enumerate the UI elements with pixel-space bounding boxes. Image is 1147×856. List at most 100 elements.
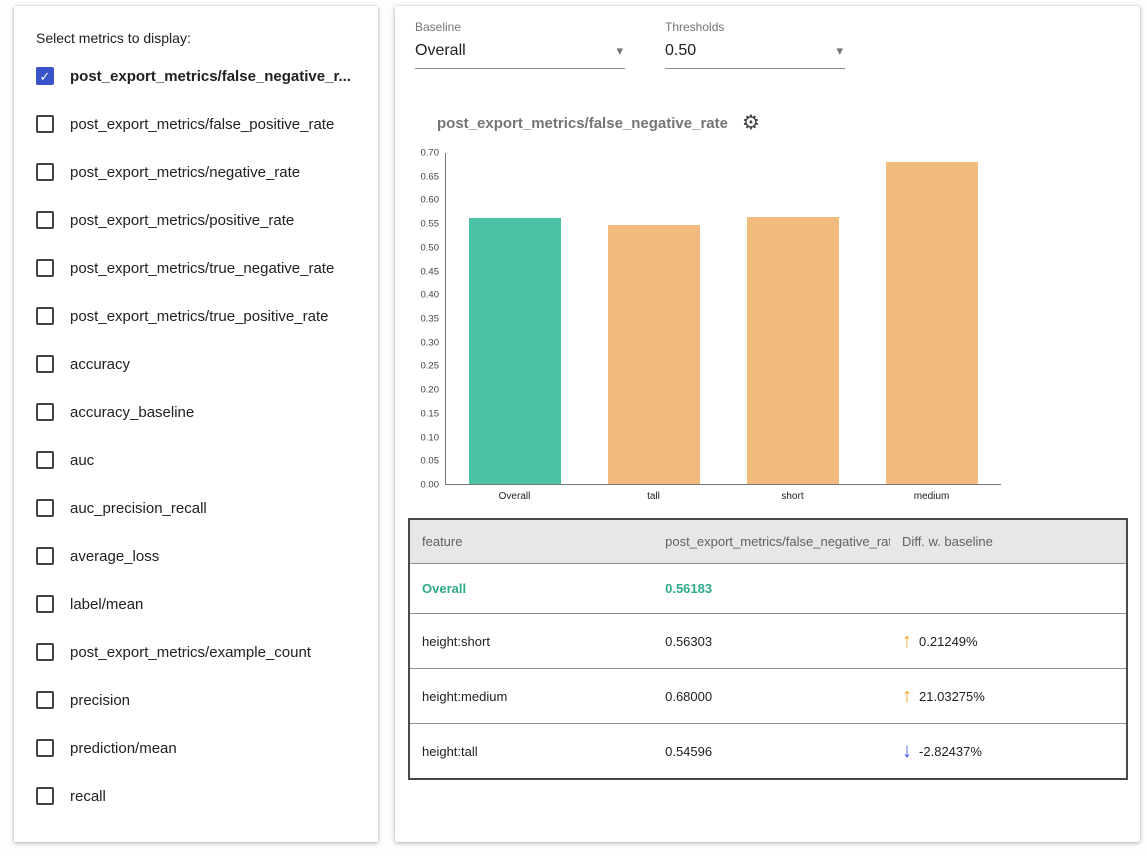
cell-value: 0.54596: [653, 724, 890, 780]
bar-slot: [585, 153, 724, 484]
metric-item-label-mean[interactable]: label/mean: [32, 580, 360, 628]
plot-wrap: Overalltallshortmedium: [445, 153, 1001, 502]
y-tick-label: 0.50: [421, 242, 440, 253]
checkbox-unchecked[interactable]: [36, 355, 54, 373]
thresholds-value: 0.50: [665, 42, 696, 60]
x-tick-label: Overall: [445, 491, 584, 502]
th-feature: feature: [409, 519, 653, 564]
checkbox-unchecked[interactable]: [36, 307, 54, 325]
metric-item-post-export-metrics-positive-rate[interactable]: post_export_metrics/positive_rate: [32, 196, 360, 244]
table-header-row: feature post_export_metrics/false_negati…: [409, 519, 1127, 564]
metric-item-prediction-mean[interactable]: prediction/mean: [32, 724, 360, 772]
metric-label: recall: [70, 788, 106, 805]
metric-label: prediction/mean: [70, 740, 177, 757]
table-row-height-tall[interactable]: height:tall0.54596↓-2.82437%: [409, 724, 1127, 780]
bar-short[interactable]: [747, 217, 839, 484]
chevron-down-icon[interactable]: ▾: [836, 43, 843, 59]
checkbox-unchecked[interactable]: [36, 211, 54, 229]
metric-label: auc: [70, 452, 94, 469]
y-tick-label: 0.15: [421, 408, 440, 419]
cell-value: 0.56303: [653, 614, 890, 669]
metrics-panel: Select metrics to display: ✓post_export_…: [14, 6, 378, 842]
metric-item-post-export-metrics-negative-rate[interactable]: post_export_metrics/negative_rate: [32, 148, 360, 196]
table-row-Overall[interactable]: Overall0.56183: [409, 564, 1127, 614]
baseline-value-field[interactable]: Overall ▾: [415, 39, 625, 69]
x-tick-label: short: [723, 491, 862, 502]
checkbox-unchecked[interactable]: [36, 499, 54, 517]
metrics-table: feature post_export_metrics/false_negati…: [408, 518, 1128, 780]
cell-value: 0.68000: [653, 669, 890, 724]
arrow-down-icon: ↓: [902, 741, 912, 761]
table-row-height-short[interactable]: height:short0.56303↑0.21249%: [409, 614, 1127, 669]
diff-value: -2.82437%: [919, 744, 982, 759]
th-diff: Diff. w. baseline: [890, 519, 1127, 564]
checkbox-unchecked[interactable]: [36, 115, 54, 133]
table-row-height-medium[interactable]: height:medium0.68000↑21.03275%: [409, 669, 1127, 724]
metric-item-auc-precision-recall[interactable]: auc_precision_recall: [32, 484, 360, 532]
controls-row: Baseline Overall ▾ Thresholds 0.50 ▾: [395, 20, 1140, 69]
arrow-up-icon: ↑: [902, 686, 912, 706]
cell-diff: ↑ 0.21249%: [890, 614, 1127, 669]
y-tick-label: 0.55: [421, 219, 440, 230]
bar-medium[interactable]: [886, 162, 978, 485]
metric-item-accuracy[interactable]: accuracy: [32, 340, 360, 388]
table-body: Overall0.56183height:short0.56303↑0.2124…: [409, 564, 1127, 780]
checkbox-unchecked[interactable]: [36, 691, 54, 709]
metric-label: post_export_metrics/false_negative_r...: [70, 68, 351, 85]
y-tick-label: 0.30: [421, 337, 440, 348]
arrow-up-icon: ↑: [902, 631, 912, 651]
metric-label: auc_precision_recall: [70, 500, 207, 517]
checkbox-unchecked[interactable]: [36, 259, 54, 277]
baseline-select[interactable]: Baseline Overall ▾: [415, 20, 625, 69]
thresholds-value-field[interactable]: 0.50 ▾: [665, 39, 845, 69]
metric-item-post-export-metrics-true-positive-rate[interactable]: post_export_metrics/true_positive_rate: [32, 292, 360, 340]
results-panel: Baseline Overall ▾ Thresholds 0.50 ▾ pos…: [395, 6, 1140, 842]
checkbox-unchecked[interactable]: [36, 403, 54, 421]
y-tick-label: 0.25: [421, 361, 440, 372]
baseline-value: Overall: [415, 42, 466, 60]
baseline-label: Baseline: [415, 20, 625, 34]
y-tick-label: 0.65: [421, 171, 440, 182]
bar-tall[interactable]: [608, 225, 700, 484]
gear-icon[interactable]: ⚙: [742, 113, 760, 133]
cell-diff: [890, 564, 1127, 614]
metric-item-average-loss[interactable]: average_loss: [32, 532, 360, 580]
bar-slot: [446, 153, 585, 484]
checkbox-unchecked[interactable]: [36, 787, 54, 805]
metric-label: post_export_metrics/negative_rate: [70, 164, 300, 181]
chevron-down-icon[interactable]: ▾: [616, 43, 623, 59]
checkbox-unchecked[interactable]: [36, 163, 54, 181]
metric-item-post-export-metrics-example-count[interactable]: post_export_metrics/example_count: [32, 628, 360, 676]
chart-header: post_export_metrics/false_negative_rate …: [437, 113, 1140, 133]
x-tick-label: medium: [862, 491, 1001, 502]
metric-item-post-export-metrics-false-positive-rate[interactable]: post_export_metrics/false_positive_rate: [32, 100, 360, 148]
bar-slot: [862, 153, 1001, 484]
checkbox-unchecked[interactable]: [36, 547, 54, 565]
metric-item-precision[interactable]: precision: [32, 676, 360, 724]
cell-feature: Overall: [409, 564, 653, 614]
cell-diff: ↓ -2.82437%: [890, 724, 1127, 780]
metric-label: post_export_metrics/positive_rate: [70, 212, 294, 229]
y-tick-label: 0.05: [421, 456, 440, 467]
thresholds-select[interactable]: Thresholds 0.50 ▾: [665, 20, 845, 69]
metric-item-recall[interactable]: recall: [32, 772, 360, 820]
checkbox-unchecked[interactable]: [36, 739, 54, 757]
diff-value: 0.21249%: [919, 634, 978, 649]
cell-feature: height:medium: [409, 669, 653, 724]
metric-item-accuracy-baseline[interactable]: accuracy_baseline: [32, 388, 360, 436]
x-tick-label: tall: [584, 491, 723, 502]
metric-item-post-export-metrics-true-negative-rate[interactable]: post_export_metrics/true_negative_rate: [32, 244, 360, 292]
checkbox-checked[interactable]: ✓: [36, 67, 54, 85]
checkbox-unchecked[interactable]: [36, 451, 54, 469]
metric-item-auc[interactable]: auc: [32, 436, 360, 484]
y-tick-label: 0.20: [421, 385, 440, 396]
y-tick-label: 0.35: [421, 314, 440, 325]
checkbox-unchecked[interactable]: [36, 643, 54, 661]
checkbox-unchecked[interactable]: [36, 595, 54, 613]
metric-label: post_export_metrics/true_negative_rate: [70, 260, 334, 277]
y-tick-label: 0.10: [421, 432, 440, 443]
bar-Overall[interactable]: [469, 218, 561, 484]
metric-label: post_export_metrics/true_positive_rate: [70, 308, 328, 325]
y-tick-label: 0.60: [421, 195, 440, 206]
metric-item-post-export-metrics-false-negative-r[interactable]: ✓ post_export_metrics/false_negative_r...: [32, 52, 360, 100]
